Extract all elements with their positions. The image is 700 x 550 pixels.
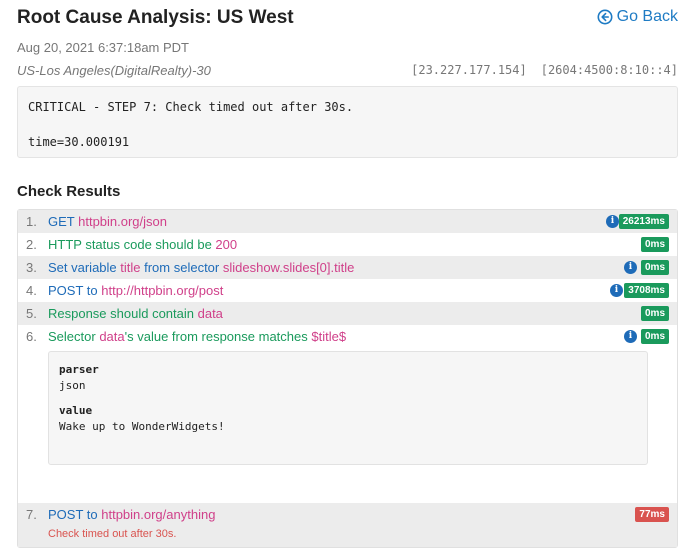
step-text: HTTP status code should be 200: [48, 237, 238, 252]
detail-value: Wake up to WonderWidgets!: [59, 420, 225, 433]
detail-key: value: [59, 404, 93, 417]
step-number: 7.: [26, 507, 37, 522]
section-title: Check Results: [17, 183, 121, 200]
check-results-list: 1. GET httpbin.org/json i 26213ms 2. HTT…: [17, 209, 678, 548]
step-number: 1.: [26, 214, 37, 229]
step-text: GET httpbin.org/json: [48, 214, 168, 229]
step-number: 3.: [26, 260, 37, 275]
detail-key: parser: [59, 363, 99, 376]
page-title: Root Cause Analysis: US West: [17, 7, 294, 28]
step-text: Set variable title from selector slidesh…: [48, 260, 355, 275]
step-row-5: 5. Response should contain data 0ms: [18, 302, 677, 325]
step-row-2: 2. HTTP status code should be 200 0ms: [18, 233, 677, 256]
step-number: 6.: [26, 329, 37, 344]
step-text: Response should contain data: [48, 306, 223, 321]
log-line: CRITICAL - STEP 7: Check timed out after…: [28, 100, 354, 114]
check-location: US-Los Angeles(DigitalRealty)-30: [17, 63, 211, 78]
detail-value: json: [59, 379, 86, 392]
step-number: 5.: [26, 306, 37, 321]
info-icon[interactable]: i: [624, 330, 637, 343]
duration-badge: 0ms: [640, 260, 669, 275]
ipv4-address: [23.227.177.154]: [411, 63, 527, 77]
arrow-circle-left-icon: [597, 9, 613, 25]
info-icon[interactable]: i: [610, 284, 623, 297]
step-text: Selector data's value from response matc…: [48, 329, 347, 344]
step-row-1: 1. GET httpbin.org/json i 26213ms: [18, 210, 677, 233]
duration-badge: 26213ms: [618, 214, 669, 229]
duration-badge: 77ms: [635, 507, 669, 522]
duration-badge: 0ms: [640, 237, 669, 252]
go-back-link[interactable]: Go Back: [597, 8, 678, 26]
check-timestamp: Aug 20, 2021 6:37:18am PDT: [17, 40, 190, 55]
step-detail-box: parser json value Wake up to WonderWidge…: [48, 351, 648, 465]
step-row-6: 6. Selector data's value from response m…: [18, 325, 677, 348]
step-error-message: Check timed out after 30s.: [48, 528, 177, 540]
step-detail: parser json value Wake up to WonderWidge…: [18, 348, 677, 503]
go-back-label[interactable]: Go Back: [617, 8, 678, 26]
step-number: 4.: [26, 283, 37, 298]
duration-badge: 3708ms: [624, 283, 669, 298]
step-number: 2.: [26, 237, 37, 252]
error-log: CRITICAL - STEP 7: Check timed out after…: [17, 86, 678, 158]
step-text: POST to http://httpbin.org/post: [48, 283, 224, 298]
step-row-7: 7. POST to httpbin.org/anything 77ms Che…: [18, 503, 677, 547]
step-line: 7. POST to httpbin.org/anything: [18, 507, 215, 522]
ipv6-address: [2604:4500:8:10::4]: [540, 63, 678, 77]
ip-addresses: [23.227.177.154] [2604:4500:8:10::4]: [411, 63, 678, 77]
log-line: time=30.000191: [28, 135, 130, 149]
duration-badge: 0ms: [640, 329, 669, 344]
info-icon[interactable]: i: [606, 215, 619, 228]
info-icon[interactable]: i: [624, 261, 637, 274]
step-row-3: 3. Set variable title from selector slid…: [18, 256, 677, 279]
step-row-4: 4. POST to http://httpbin.org/post i 370…: [18, 279, 677, 302]
duration-badge: 0ms: [640, 306, 669, 321]
step-text: POST to httpbin.org/anything: [48, 507, 216, 522]
